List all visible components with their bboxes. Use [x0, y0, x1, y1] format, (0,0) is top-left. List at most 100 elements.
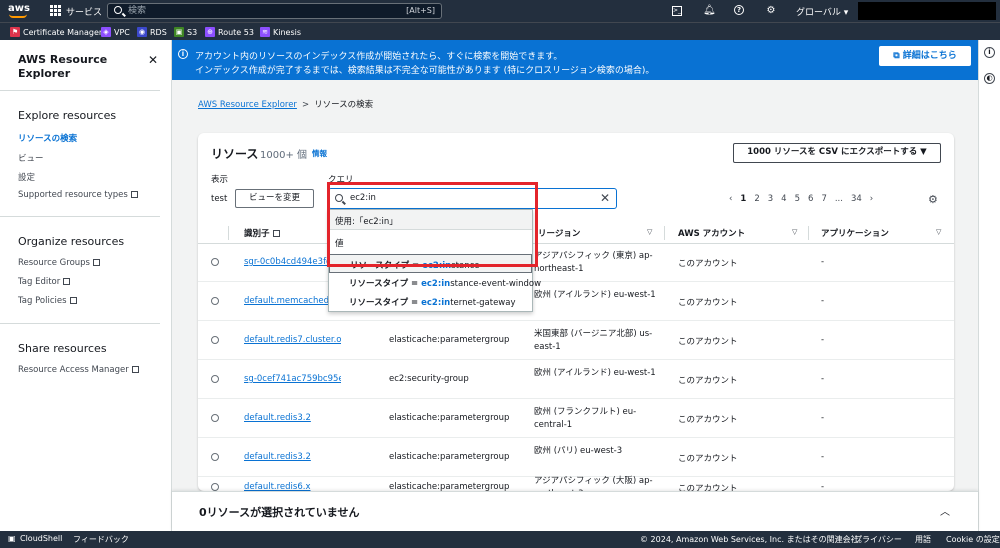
prev-page-icon[interactable]: ‹	[729, 194, 732, 204]
sidebar-item-resource-groups[interactable]: Resource Groups	[18, 258, 100, 268]
table-settings-gear-icon[interactable]: ⚙	[928, 193, 938, 206]
learn-more-button[interactable]: ⧉ 詳細はこちら	[879, 46, 971, 66]
resource-account: このアカウント	[678, 259, 738, 269]
favorite-vpc[interactable]: ◈ VPC	[101, 26, 130, 38]
sidebar-item-resource-access-manager[interactable]: Resource Access Manager	[18, 365, 139, 375]
sidebar-item-settings[interactable]: 設定	[18, 171, 35, 183]
favorite-kinesis[interactable]: ≋ Kinesis	[260, 26, 301, 38]
resource-identifier[interactable]: default.redis7.cluster.on	[244, 335, 341, 345]
divider	[0, 323, 160, 324]
table-row[interactable]: default.memcached1 欧州 (アイルランド) eu-west-1…	[198, 283, 954, 321]
column-region[interactable]: リージョン	[538, 227, 580, 239]
row-radio[interactable]	[211, 375, 219, 383]
info-icon: i	[178, 49, 188, 59]
page-2[interactable]: 2	[754, 194, 759, 204]
info-link[interactable]: 情報	[312, 148, 327, 159]
page-34[interactable]: 34	[851, 194, 862, 204]
page-7[interactable]: 7	[821, 194, 826, 204]
table-row[interactable]: sg-0cef741ac759bc95e ec2:security-group …	[198, 361, 954, 399]
cloudshell-footer-icon[interactable]: ▣	[8, 534, 16, 543]
footer: ▣ CloudShell フィードバック © 2024, Amazon Web …	[0, 531, 1000, 548]
search-icon	[114, 6, 122, 14]
section-explore-resources: Explore resources	[18, 109, 117, 122]
row-radio[interactable]	[211, 336, 219, 344]
footer-cloudshell[interactable]: CloudShell	[20, 534, 62, 543]
resource-application: -	[821, 482, 825, 491]
cloudshell-icon[interactable]: >_	[672, 6, 682, 16]
page-ellipsis: ...	[834, 194, 843, 204]
table-row[interactable]: default.redis3.2 elasticache:parametergr…	[198, 400, 954, 438]
top-navigation-bar: aws サービス [Alt+S] >_ 🔔︎ ? ⚙ グローバル ▾	[0, 0, 1000, 22]
resource-account: このアカウント	[678, 454, 738, 464]
external-link-icon	[130, 191, 138, 198]
table-row[interactable]: default.redis7.cluster.on elasticache:pa…	[198, 322, 954, 360]
chevron-up-icon[interactable]: ︿	[940, 503, 950, 518]
global-search[interactable]: [Alt+S]	[107, 3, 442, 19]
resource-identifier[interactable]: sg-0cef741ac759bc95e	[244, 374, 341, 384]
row-radio[interactable]	[211, 414, 219, 422]
row-radio[interactable]	[211, 297, 219, 305]
resource-identifier[interactable]: default.memcached1	[244, 296, 341, 306]
help-icon[interactable]: ?	[734, 5, 744, 15]
footer-terms[interactable]: 用語	[915, 534, 931, 545]
footer-feedback[interactable]: フィードバック	[73, 534, 129, 545]
suggestion-option[interactable]: リソースタイプ = ec2:internet-gateway	[329, 292, 532, 311]
clear-icon[interactable]: ✕	[600, 191, 610, 205]
banner-line-1: アカウント内のリソースのインデックス作成が開始されたら、すぐに検索を開始できます…	[195, 52, 563, 62]
panel-title: リソース	[211, 147, 259, 161]
services-menu[interactable]: サービス	[66, 5, 102, 18]
resource-application: -	[821, 452, 825, 462]
kinesis-icon: ≋	[260, 27, 270, 37]
footer-cookie[interactable]: Cookie の設定	[946, 534, 1000, 545]
resource-identifier[interactable]: default.redis3.2	[244, 452, 341, 462]
row-radio[interactable]	[211, 258, 219, 266]
table-row[interactable]: sgr-0c0b4cd494e3fd アジアパシフィック (東京) ap-nor…	[198, 244, 954, 282]
favorite-rds[interactable]: ◉ RDS	[137, 26, 167, 38]
sort-caret-icon[interactable]: ▽	[792, 228, 797, 236]
page-3[interactable]: 3	[768, 194, 773, 204]
info-panel-icon[interactable]: i	[984, 47, 995, 58]
sidebar-item-views[interactable]: ビュー	[18, 152, 44, 164]
column-identifier[interactable]: 識別子	[244, 227, 280, 239]
row-radio[interactable]	[211, 453, 219, 461]
sort-caret-icon[interactable]: ▽	[647, 228, 652, 236]
sidebar-item-tag-policies[interactable]: Tag Policies	[18, 296, 77, 306]
resource-application: -	[821, 296, 825, 306]
services-grid-icon[interactable]	[50, 5, 61, 16]
certificate-manager-icon: ⚑	[10, 27, 20, 37]
breadcrumb-root[interactable]: AWS Resource Explorer	[198, 100, 297, 110]
breadcrumb: AWS Resource Explorer > リソースの検索	[198, 98, 373, 110]
favorite-certificate-manager[interactable]: ⚑ Certificate Manager	[10, 26, 102, 38]
suggestion-option[interactable]: リソースタイプ = ec2:instance-event-window	[329, 273, 541, 292]
page-4[interactable]: 4	[781, 194, 786, 204]
divider	[0, 90, 160, 91]
page-5[interactable]: 5	[795, 194, 800, 204]
sidebar-item-search-resources[interactable]: リソースの検索	[18, 132, 77, 144]
close-icon[interactable]: ✕	[148, 53, 158, 67]
table-row[interactable]: default.redis6.x elasticache:parametergr…	[198, 469, 954, 491]
bell-icon[interactable]: 🔔︎	[703, 5, 716, 17]
next-page-icon[interactable]: ›	[870, 194, 873, 204]
favorite-s3[interactable]: ▣ S3	[174, 26, 197, 38]
change-view-button[interactable]: ビューを変更	[235, 189, 314, 208]
page-6[interactable]: 6	[808, 194, 813, 204]
sort-caret-icon[interactable]: ▽	[936, 228, 941, 236]
resource-identifier[interactable]: default.redis6.x	[244, 482, 341, 491]
column-aws-account[interactable]: AWS アカウント	[678, 227, 745, 239]
resource-identifier[interactable]: default.redis3.2	[244, 413, 341, 423]
aws-logo[interactable]: aws	[8, 3, 30, 14]
favorite-route53[interactable]: ⊕ Route 53	[205, 26, 254, 38]
account-menu-redacted[interactable]	[858, 2, 996, 20]
row-radio[interactable]	[211, 483, 219, 491]
column-application[interactable]: アプリケーション	[821, 227, 889, 239]
page-1[interactable]: 1	[740, 194, 746, 204]
footer-privacy[interactable]: プライバシー	[854, 534, 902, 545]
resource-region: 欧州 (アイルランド) eu-west-1	[534, 368, 656, 378]
global-search-input[interactable]	[128, 4, 388, 18]
region-selector[interactable]: グローバル ▾	[796, 5, 848, 18]
sidebar-item-supported-resource-types[interactable]: Supported resource types	[18, 190, 138, 200]
export-csv-button[interactable]: 1000 リソースを CSV にエクスポートする ▼	[733, 143, 941, 163]
sidebar-item-tag-editor[interactable]: Tag Editor	[18, 277, 71, 287]
tutorial-icon[interactable]: ◐	[984, 73, 995, 84]
gear-icon[interactable]: ⚙	[765, 5, 777, 17]
